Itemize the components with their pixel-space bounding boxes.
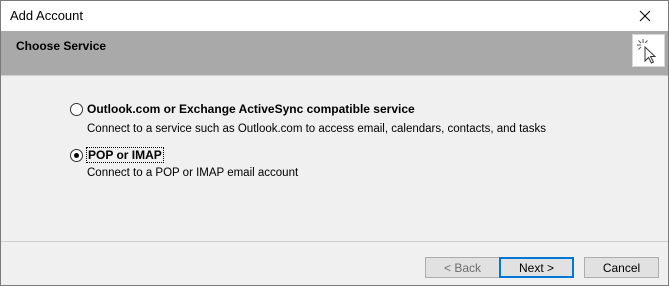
option-pop-imap-label[interactable]: POP or IMAP: [86, 147, 164, 163]
option-pop-imap-description: Connect to a POP or IMAP email account: [87, 167, 299, 179]
footer-divider: [1, 241, 668, 242]
back-button[interactable]: < Back: [425, 257, 500, 278]
add-account-dialog: Add Account Choose Service Outlook.com o…: [0, 0, 669, 286]
window-title: Add Account: [10, 8, 83, 23]
close-button[interactable]: [622, 1, 668, 31]
next-button[interactable]: Next >: [499, 257, 574, 278]
option-outlook-exchange-description: Connect to a service such as Outlook.com…: [87, 123, 546, 135]
title-bar: Add Account: [1, 1, 668, 31]
radio-outlook-exchange[interactable]: [70, 103, 83, 116]
cursor-click-icon: [632, 34, 665, 67]
radio-pop-imap[interactable]: [70, 149, 83, 162]
wizard-header: Choose Service: [1, 31, 668, 75]
close-icon: [639, 10, 651, 22]
option-outlook-exchange-label[interactable]: Outlook.com or Exchange ActiveSync compa…: [87, 102, 415, 116]
page-title: Choose Service: [16, 39, 107, 53]
cancel-button[interactable]: Cancel: [584, 257, 659, 278]
header-divider: [1, 75, 668, 76]
